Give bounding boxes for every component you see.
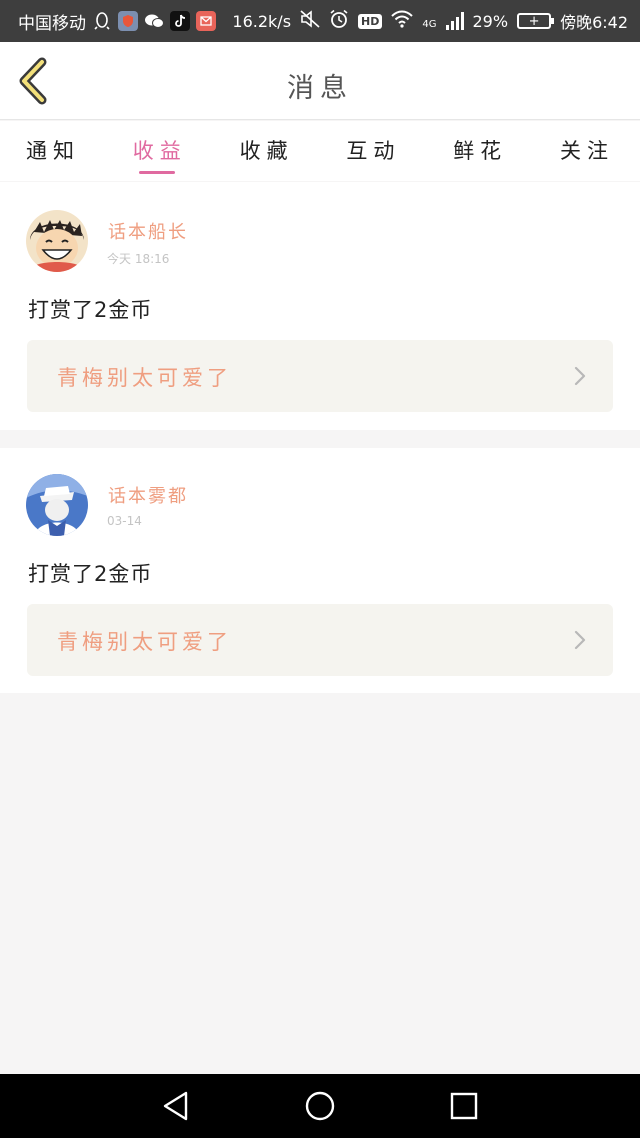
clock: 傍晚6:42 xyxy=(560,13,628,32)
net-speed: 16.2k/s xyxy=(232,11,292,31)
avatar[interactable] xyxy=(26,210,88,272)
nav-back-button[interactable] xyxy=(159,1089,193,1123)
status-left: 中国移动 xyxy=(18,9,216,34)
nav-recents-button[interactable] xyxy=(447,1089,481,1123)
tab-favorites[interactable]: 收藏 xyxy=(240,121,294,181)
tab-flowers[interactable]: 鲜花 xyxy=(453,121,507,181)
square-recents-icon xyxy=(450,1092,478,1120)
wechat-icon xyxy=(144,11,164,31)
status-bar: 中国移动 16.2k/s HD 4G 29% + 傍晚6:42 xyxy=(0,0,640,42)
chevron-right-icon xyxy=(574,630,586,650)
user-name[interactable]: 话本雾都 xyxy=(108,482,188,508)
chevron-right-icon xyxy=(574,366,586,386)
tab-interaction[interactable]: 互动 xyxy=(346,121,400,181)
message-time: 03-14 xyxy=(107,514,142,528)
battery-percent: 29% xyxy=(472,11,509,31)
message-text: 打赏了2金币 xyxy=(28,298,153,322)
battery-icon: + xyxy=(517,13,555,29)
screen: 中国移动 16.2k/s HD 4G 29% + 傍晚6:42 消息 通知 收益… xyxy=(0,0,640,1138)
shield-app-icon xyxy=(118,11,138,31)
alarm-icon xyxy=(329,9,349,33)
tab-earnings[interactable]: 收益 xyxy=(133,121,187,181)
status-right: 16.2k/s HD 4G 29% + 傍晚6:42 xyxy=(232,9,628,33)
mail-app-icon xyxy=(196,11,216,31)
tiktok-icon xyxy=(170,11,190,31)
book-title: 青梅别太可爱了 xyxy=(57,366,232,390)
carrier-label: 中国移动 xyxy=(18,13,86,34)
tab-notice[interactable]: 通知 xyxy=(26,121,80,181)
mute-icon xyxy=(300,10,320,32)
user-name[interactable]: 话本船长 xyxy=(108,218,188,244)
book-link[interactable]: 青梅别太可爱了 xyxy=(27,340,613,412)
nav-home-button[interactable] xyxy=(303,1089,337,1123)
tab-bar: 通知 收益 收藏 互动 鲜花 关注 xyxy=(0,121,640,181)
book-title: 青梅别太可爱了 xyxy=(57,630,232,654)
avatar[interactable] xyxy=(26,474,88,536)
book-link[interactable]: 青梅别太可爱了 xyxy=(27,604,613,676)
message-card: 话本船长 今天 18:16 打赏了2金币 青梅别太可爱了 xyxy=(0,182,640,430)
circle-home-icon xyxy=(305,1091,335,1121)
hd-badge: HD xyxy=(358,13,383,29)
luffy-avatar-icon xyxy=(26,210,88,272)
message-time: 今天 18:16 xyxy=(107,252,170,266)
message-text: 打赏了2金币 xyxy=(28,562,153,586)
tab-follow[interactable]: 关注 xyxy=(560,121,614,181)
kid-avatar-icon xyxy=(26,474,88,536)
network-type: 4G xyxy=(422,19,437,30)
page-title: 消息 xyxy=(287,73,353,104)
message-card: 话本雾都 03-14 打赏了2金币 青梅别太可爱了 xyxy=(0,448,640,693)
system-nav-bar xyxy=(0,1074,640,1138)
triangle-back-icon xyxy=(163,1091,188,1121)
wifi-icon xyxy=(391,10,414,32)
qq-icon xyxy=(92,11,112,31)
header: 消息 xyxy=(0,42,640,120)
signal-icon xyxy=(445,12,464,30)
